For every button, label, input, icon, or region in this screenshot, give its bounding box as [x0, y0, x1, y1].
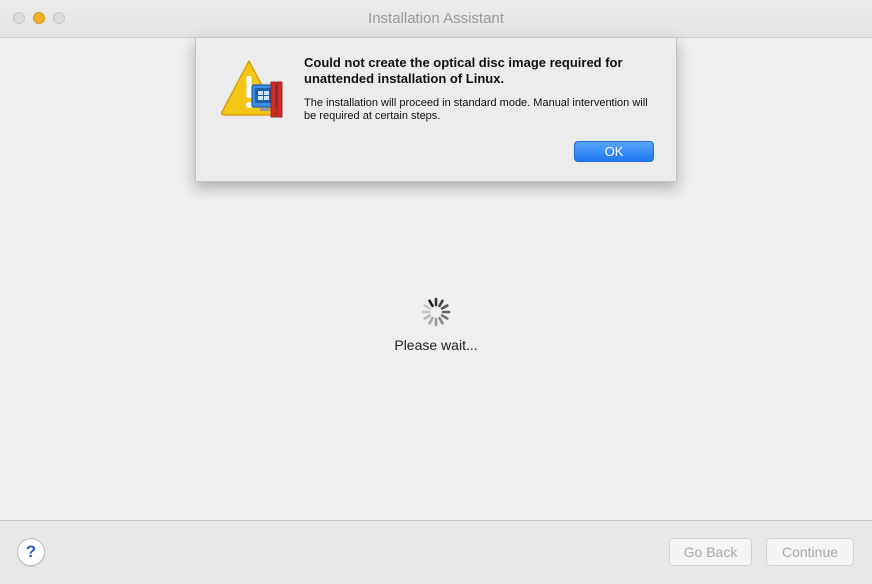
ok-button[interactable]: OK — [574, 141, 654, 162]
help-button[interactable]: ? — [17, 538, 45, 566]
go-back-button[interactable]: Go Back — [669, 538, 752, 566]
installation-assistant-window: Installation Assistant Please wait... ? … — [0, 0, 872, 584]
alert-message: The installation will proceed in standar… — [304, 97, 648, 122]
warning-icon — [221, 60, 283, 118]
please-wait-label: Please wait... — [394, 337, 478, 353]
spinner-icon — [421, 297, 451, 327]
window-title: Installation Assistant — [368, 10, 504, 27]
title-bar: Installation Assistant — [0, 0, 872, 38]
continue-button[interactable]: Continue — [766, 538, 854, 566]
alert-sheet: Could not create the optical disc image … — [195, 38, 677, 182]
alert-title: Could not create the optical disc image … — [304, 55, 623, 86]
